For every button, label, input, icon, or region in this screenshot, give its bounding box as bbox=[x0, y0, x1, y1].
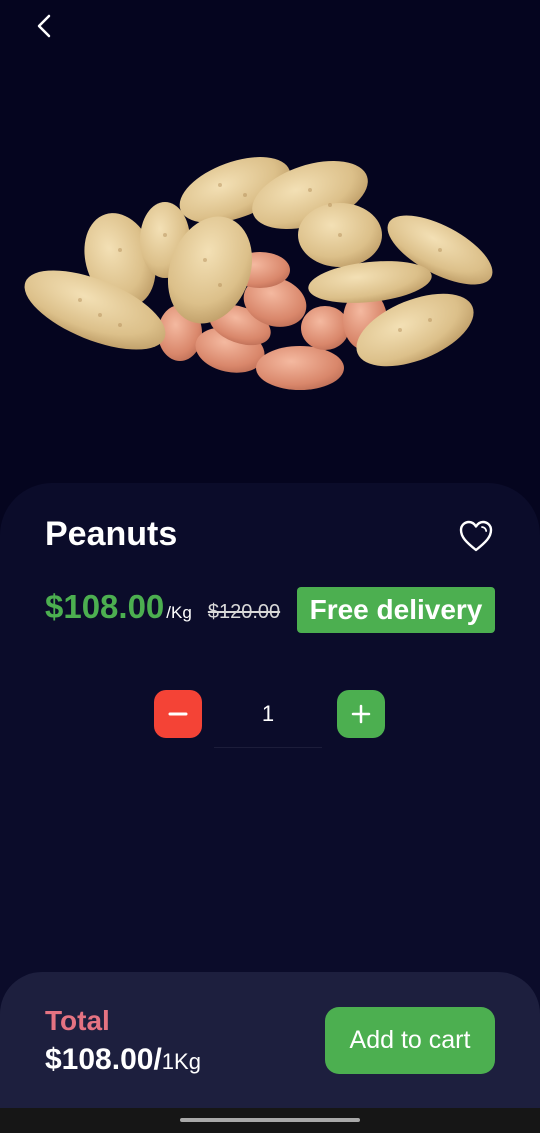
decrease-quantity-button[interactable] bbox=[154, 690, 202, 738]
price-row: $108.00 /Kg $120.00 bbox=[45, 588, 280, 632]
original-price: $120.00 bbox=[207, 601, 281, 623]
total-price: $108.00/ bbox=[45, 1043, 162, 1076]
quantity-value[interactable]: 1 bbox=[214, 690, 322, 748]
total-row: $108.00/ 1Kg bbox=[45, 1043, 201, 1077]
minus-icon bbox=[168, 712, 188, 716]
product-title: Peanuts bbox=[45, 515, 178, 553]
home-gesture-handle[interactable] bbox=[180, 1118, 360, 1122]
increase-quantity-button[interactable] bbox=[337, 690, 385, 738]
free-delivery-badge: Free delivery bbox=[297, 587, 495, 633]
total-unit: 1Kg bbox=[161, 1049, 201, 1074]
total-label: Total bbox=[45, 1005, 110, 1036]
add-to-cart-button[interactable]: Add to cart bbox=[325, 1007, 495, 1074]
product-hero bbox=[0, 0, 540, 500]
current-price: $108.00 bbox=[45, 588, 165, 625]
chevron-left-icon bbox=[37, 14, 51, 38]
plus-icon bbox=[351, 704, 371, 724]
price-unit: /Kg bbox=[166, 603, 192, 622]
favorite-button[interactable] bbox=[456, 516, 496, 556]
system-nav-bar bbox=[0, 1108, 540, 1133]
back-button[interactable] bbox=[24, 6, 64, 46]
peanuts-image bbox=[24, 157, 493, 390]
heart-outline-icon bbox=[459, 520, 493, 552]
